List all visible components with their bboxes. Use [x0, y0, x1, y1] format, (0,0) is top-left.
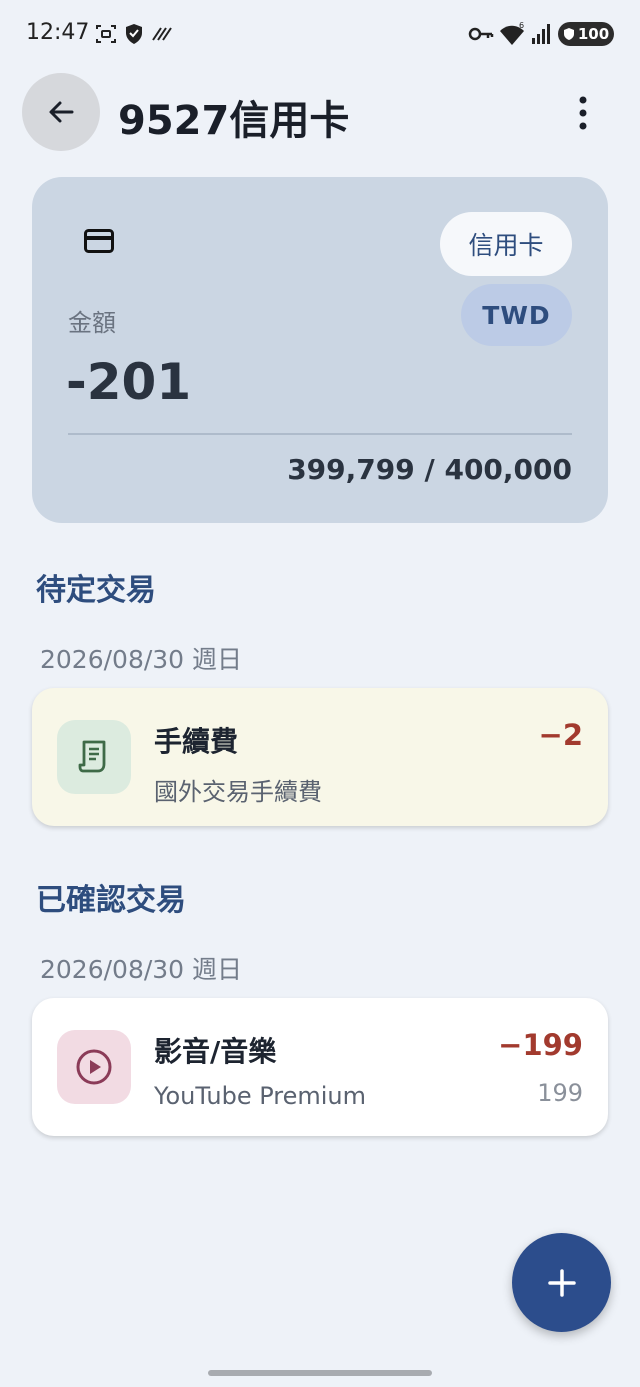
category-icon-box [57, 1030, 131, 1104]
screenshot-icon [96, 25, 116, 43]
signal-icon [532, 24, 550, 44]
vpn-key-icon [468, 27, 494, 41]
add-transaction-button[interactable] [512, 1233, 611, 1332]
transaction-amount: −2 [538, 718, 583, 752]
transaction-original-amount: 199 [537, 1079, 583, 1107]
transaction-amount: −199 [498, 1028, 583, 1062]
svg-text:6: 6 [519, 22, 524, 30]
wifi-icon: 6 [500, 22, 524, 45]
pending-section-title: 待定交易 [36, 573, 156, 608]
home-indicator[interactable] [208, 1370, 432, 1376]
account-type-chip: 信用卡 [440, 212, 572, 276]
play-circle-icon [76, 1049, 112, 1085]
page-title: 9527信用卡 [118, 98, 350, 144]
screen: 12:47 6 100 9527信用卡 信用卡 TWD 金額 -201 399,… [0, 0, 640, 1387]
status-bar: 12:47 6 100 [0, 0, 640, 68]
back-button[interactable] [22, 73, 100, 151]
transaction-description: YouTube Premium [154, 1082, 367, 1110]
transaction-description: 國外交易手續費 [154, 778, 322, 806]
date-header: 2026/08/30 週日 [40, 955, 243, 984]
status-time: 12:47 [26, 20, 90, 45]
balance-amount: -201 [66, 353, 192, 411]
arrow-left-icon [49, 101, 74, 123]
date-header: 2026/08/30 週日 [40, 645, 243, 674]
transaction-category: 手續費 [154, 725, 239, 758]
data-saver-icon [152, 27, 172, 41]
transaction-category: 影音/音樂 [154, 1035, 277, 1068]
receipt-icon [78, 740, 106, 773]
account-summary-card[interactable]: 信用卡 TWD 金額 -201 399,799 / 400,000 [32, 177, 608, 523]
battery-icon: 100 [558, 22, 614, 46]
card-divider [68, 433, 572, 435]
credit-card-icon [84, 229, 114, 253]
more-options-button[interactable] [562, 90, 604, 136]
shield-icon [126, 24, 142, 44]
currency-chip: TWD [461, 284, 572, 346]
credit-limit: 399,799 / 400,000 [287, 453, 572, 486]
more-vert-icon [579, 96, 587, 130]
plus-icon [547, 1268, 576, 1297]
battery-level: 100 [577, 25, 610, 43]
battery-shield-icon [563, 28, 574, 40]
transaction-card-confirmed[interactable]: 影音/音樂 YouTube Premium −199 199 [32, 998, 608, 1136]
confirmed-section-title: 已確認交易 [36, 883, 186, 918]
category-icon-box [57, 720, 131, 794]
amount-label: 金額 [68, 309, 116, 337]
transaction-card-pending[interactable]: 手續費 國外交易手續費 −2 [32, 688, 608, 826]
